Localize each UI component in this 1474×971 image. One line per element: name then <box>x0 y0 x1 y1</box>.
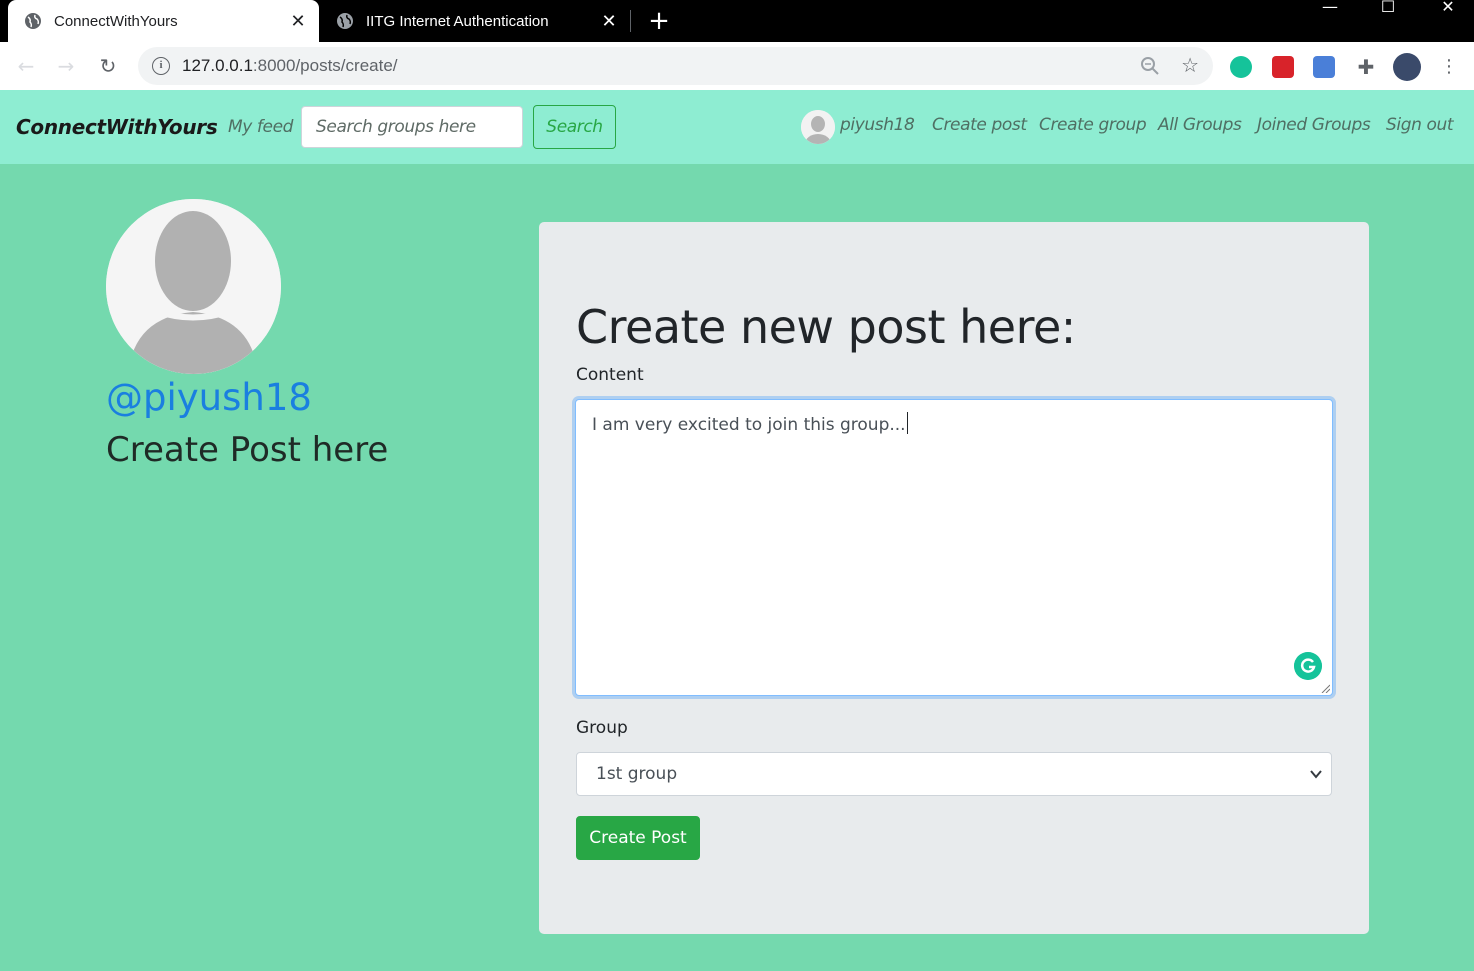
create-post-link[interactable]: Create post <box>932 115 1027 135</box>
content-label: Content <box>576 365 644 385</box>
site-info-icon[interactable]: i <box>152 57 170 75</box>
puzzle-extensions-icon[interactable]: ✚ <box>1355 56 1377 78</box>
grammarly-icon[interactable] <box>1230 56 1252 78</box>
content-textarea[interactable]: I am very excited to join this group... <box>575 399 1333 696</box>
profile-subheading: Create Post here <box>106 430 389 470</box>
group-label: Group <box>576 718 628 738</box>
sign-out-link[interactable]: Sign out <box>1386 115 1454 135</box>
avatar-icon <box>801 110 835 144</box>
search-button[interactable]: Search <box>533 105 616 149</box>
url-text[interactable]: 127.0.0.1:8000/posts/create/ <box>182 56 398 76</box>
grammarly-icon[interactable] <box>1294 652 1322 680</box>
create-post-button[interactable]: Create Post <box>576 816 700 860</box>
minimize-button[interactable]: — <box>1310 0 1350 16</box>
site-navbar: ConnectWithYours My feed Search piyush18… <box>0 90 1474 164</box>
create-group-link[interactable]: Create group <box>1039 115 1147 135</box>
reload-icon[interactable]: ↻ <box>94 52 122 80</box>
globe-icon <box>25 13 41 29</box>
tab-title: ConnectWithYours <box>54 12 178 30</box>
page-title: Create new post here: <box>576 300 1076 354</box>
browser-toolbar: ← → ↻ i 127.0.0.1:8000/posts/create/ ☆ ✚… <box>0 42 1474 90</box>
profile-handle[interactable]: @piyush18 <box>106 376 312 419</box>
tab-connectwithyours[interactable]: ConnectWithYours ✕ <box>8 0 319 42</box>
profile-avatar-icon[interactable] <box>1393 53 1421 81</box>
pdf-tool-icon[interactable] <box>1272 56 1294 78</box>
avatar-icon <box>106 199 281 374</box>
globe-icon <box>337 13 353 29</box>
new-tab-button[interactable]: + <box>646 6 672 36</box>
user-avatar[interactable] <box>801 110 835 144</box>
search-input[interactable] <box>301 106 523 148</box>
camera-icon[interactable] <box>1313 56 1335 78</box>
tab-iitg-auth[interactable]: IITG Internet Authentication ✕ <box>322 0 630 42</box>
text-caret <box>906 412 908 434</box>
tab-divider <box>630 10 631 32</box>
profile-avatar <box>106 199 281 374</box>
browser-tab-bar: ConnectWithYours ✕ IITG Internet Authent… <box>0 0 1474 42</box>
back-icon[interactable]: ← <box>12 52 40 80</box>
bookmark-star-icon[interactable]: ☆ <box>1181 53 1199 77</box>
close-tab-icon[interactable]: ✕ <box>285 11 311 32</box>
maximize-button[interactable]: ☐ <box>1368 0 1408 16</box>
group-selected-value: 1st group <box>596 764 678 784</box>
forward-icon[interactable]: → <box>52 52 80 80</box>
username-link[interactable]: piyush18 <box>840 115 915 135</box>
address-bar[interactable]: i 127.0.0.1:8000/posts/create/ ☆ <box>138 47 1213 85</box>
content-value: I am very excited to join this group... <box>592 412 908 435</box>
create-post-card: Create new post here: Content I am very … <box>539 222 1369 934</box>
tab-title: IITG Internet Authentication <box>366 12 549 30</box>
menu-dots-icon[interactable]: ⋮ <box>1440 56 1458 78</box>
all-groups-link[interactable]: All Groups <box>1158 115 1242 135</box>
joined-groups-link[interactable]: Joined Groups <box>1257 115 1371 135</box>
chevron-down-icon <box>1310 770 1322 779</box>
brand-link[interactable]: ConnectWithYours <box>16 115 218 139</box>
close-window-button[interactable]: ✕ <box>1428 0 1468 16</box>
my-feed-link[interactable]: My feed <box>228 117 293 137</box>
resize-handle-icon[interactable] <box>1320 683 1330 693</box>
zoom-icon[interactable] <box>1139 55 1161 77</box>
close-tab-icon[interactable]: ✕ <box>596 11 622 32</box>
group-select[interactable]: 1st group <box>576 752 1332 796</box>
